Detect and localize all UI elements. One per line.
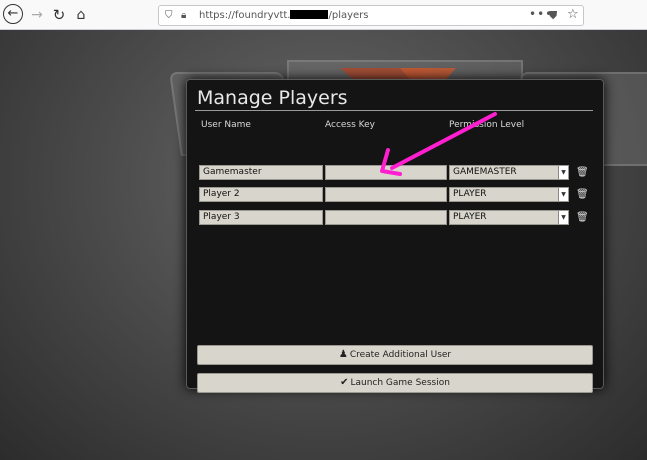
shield-icon[interactable]: ⛉: [165, 6, 173, 25]
access-key-input[interactable]: [325, 210, 447, 225]
column-header-user-name: User Name: [201, 120, 251, 130]
user-name-input[interactable]: Player 2: [199, 187, 323, 202]
user-name-input[interactable]: Player 3: [199, 210, 323, 225]
checkmark-icon: ✔: [340, 377, 349, 388]
launch-game-label: Launch Game Session: [350, 378, 450, 388]
chevron-down-icon[interactable]: ▼: [558, 166, 568, 179]
url-prefix: https://foundryvtt.: [199, 10, 291, 21]
lock-icon[interactable]: 🔒︎: [181, 6, 186, 25]
url-text: https://foundryvtt. /players: [199, 6, 369, 25]
user-name-input[interactable]: Gamemaster: [199, 165, 323, 180]
permission-select[interactable]: PLAYER ▼: [449, 210, 569, 225]
column-header-access-key: Access Key: [325, 120, 375, 130]
dialog-title: Manage Players: [197, 87, 348, 109]
person-icon: ♟︎: [338, 349, 348, 360]
bookmark-star-icon[interactable]: ☆: [567, 5, 579, 24]
permission-select[interactable]: GAMEMASTER ▼: [449, 165, 569, 180]
launch-game-button[interactable]: ✔ Launch Game Session: [197, 373, 593, 393]
forward-icon[interactable]: →: [28, 6, 46, 24]
chevron-down-icon[interactable]: ▼: [558, 211, 568, 224]
manage-players-dialog: Manage Players User Name Access Key Perm…: [186, 79, 604, 393]
access-key-input[interactable]: [325, 187, 447, 202]
trash-icon[interactable]: 🗑︎: [576, 167, 589, 179]
browser-toolbar: ← → ↻ ⌂ ⛉ 🔒︎ https://foundryvtt. /players…: [0, 0, 647, 30]
pocket-icon[interactable]: ⛊: [549, 6, 557, 25]
access-key-input[interactable]: [325, 165, 447, 180]
home-icon[interactable]: ⌂: [72, 6, 90, 24]
trash-icon[interactable]: 🗑︎: [576, 212, 589, 224]
create-user-label: Create Additional User: [349, 350, 452, 360]
permission-select-value: GAMEMASTER: [453, 167, 517, 177]
permission-select-value: PLAYER: [453, 212, 487, 222]
chevron-down-icon[interactable]: ▼: [558, 188, 568, 201]
permission-select[interactable]: PLAYER ▼: [449, 187, 569, 202]
redaction-bar: [290, 10, 329, 19]
reload-icon[interactable]: ↻: [50, 6, 68, 24]
address-bar[interactable]: ⛉ 🔒︎ https://foundryvtt./players ••• ⛊ ☆: [158, 5, 584, 26]
trash-icon[interactable]: 🗑︎: [576, 189, 589, 201]
back-icon[interactable]: ←: [3, 4, 23, 24]
url-suffix: /players: [328, 10, 369, 21]
permission-select-value: PLAYER: [453, 189, 487, 199]
create-user-button[interactable]: ♟︎ Create Additional User: [197, 345, 593, 365]
column-header-permission-level: Permission Level: [449, 120, 525, 130]
title-divider: [195, 110, 593, 111]
